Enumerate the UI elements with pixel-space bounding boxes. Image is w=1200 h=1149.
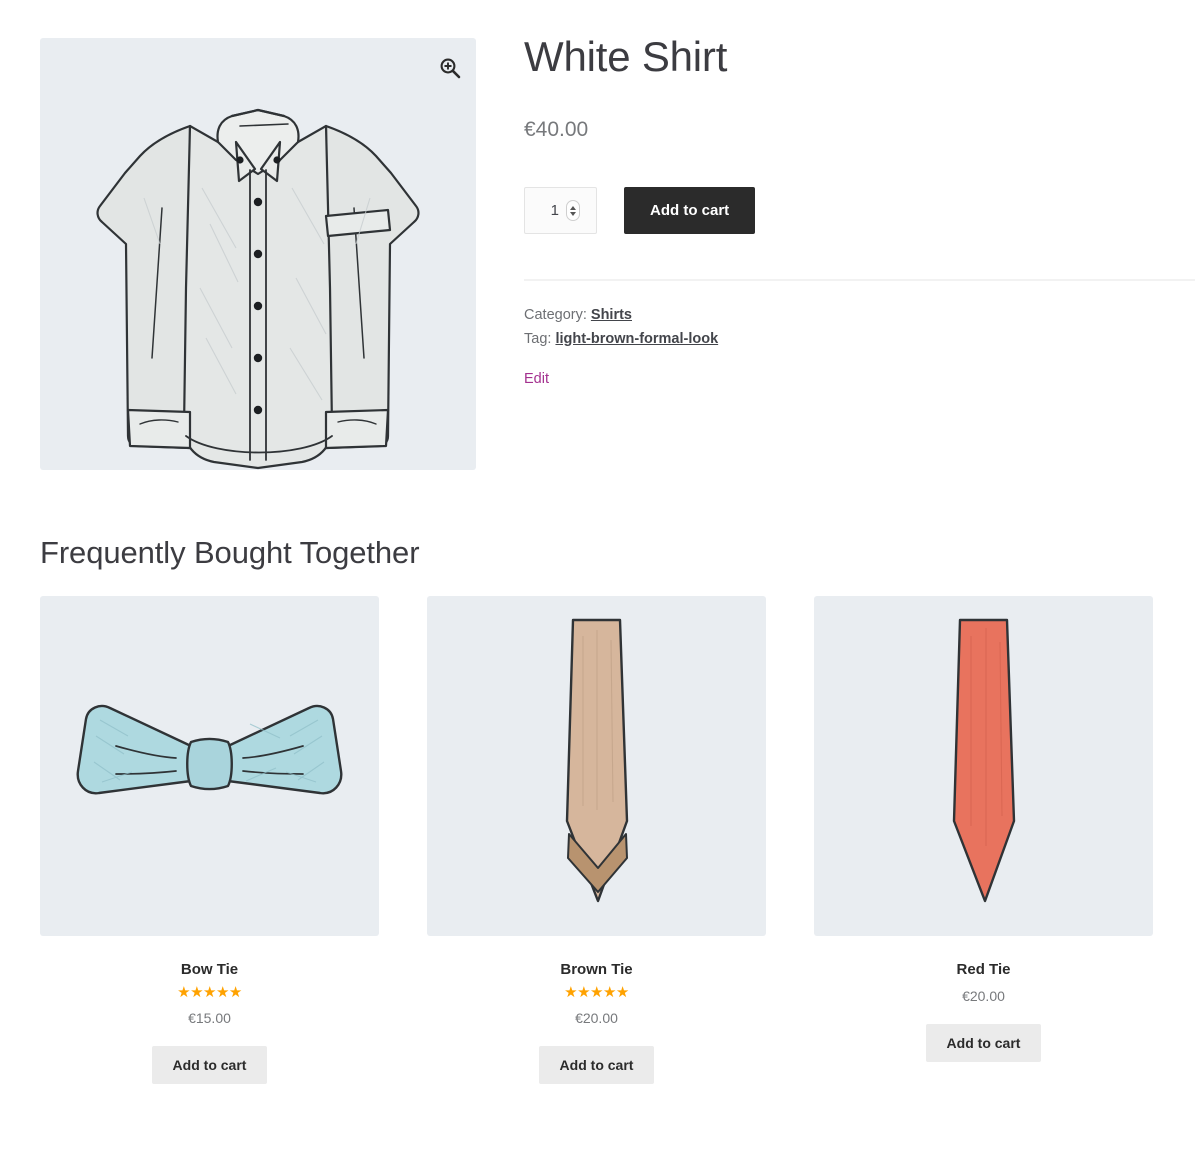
tag-label: Tag:	[524, 330, 552, 347]
product-card: Brown Tie ★★★★★ €20.00 Add to cart	[427, 596, 766, 1085]
product-card-title[interactable]: Red Tie	[957, 961, 1011, 978]
section-heading: Frequently Bought Together	[40, 535, 420, 570]
page-title: White Shirt	[524, 33, 728, 80]
category-link-shirts[interactable]: Shirts	[591, 307, 632, 323]
quantity-stepper[interactable]: 1	[524, 187, 597, 235]
product-price: €40.00	[524, 118, 589, 142]
brown-tie-illustration	[565, 618, 629, 903]
product-card-image-bow-tie[interactable]	[40, 596, 379, 937]
product-image-white-shirt	[96, 108, 420, 470]
product-category-row: Category: Shirts	[524, 304, 1155, 327]
upsell-product-grid: Bow Tie ★★★★★ €15.00 Add to cart Brown T…	[40, 596, 1155, 1085]
product-tag-row: Tag: light-brown-formal-look	[524, 328, 1155, 351]
product-card-price: €15.00	[188, 1010, 231, 1027]
zoom-in-icon[interactable]	[438, 56, 462, 80]
product-summary-section: White Shirt €40.00 1 Add to cart Categor…	[40, 33, 1195, 478]
add-to-cart-button[interactable]: Add to cart	[151, 1046, 268, 1085]
tag-link-light-brown-formal-look[interactable]: light-brown-formal-look	[555, 331, 718, 347]
category-label: Category:	[524, 307, 587, 324]
product-page: White Shirt €40.00 1 Add to cart Categor…	[0, 0, 1200, 1149]
quantity-input[interactable]: 1	[541, 202, 559, 219]
product-meta: Category: Shirts Tag: light-brown-formal…	[524, 304, 1155, 351]
frequently-bought-together-section: Frequently Bought Together Bow Tie ★★★★★…	[40, 534, 1155, 1085]
divider	[524, 279, 1195, 282]
chevron-down-icon[interactable]	[570, 211, 576, 216]
add-to-cart-button[interactable]: Add to cart	[538, 1046, 655, 1085]
edit-product-link[interactable]: Edit	[524, 371, 549, 387]
product-card-price: €20.00	[962, 988, 1005, 1005]
product-card-title[interactable]: Bow Tie	[181, 961, 238, 978]
product-card-image-red-tie[interactable]	[814, 596, 1153, 937]
product-card: Bow Tie ★★★★★ €15.00 Add to cart	[40, 596, 379, 1085]
product-details: White Shirt €40.00 1 Add to cart Categor…	[524, 33, 1195, 388]
add-to-cart-form: 1 Add to cart	[524, 187, 1155, 235]
red-tie-illustration	[952, 618, 1016, 903]
product-gallery[interactable]	[40, 38, 476, 470]
add-to-cart-button[interactable]: Add to cart	[624, 187, 756, 235]
star-rating: ★★★★★	[177, 984, 242, 1002]
star-rating: ★★★★★	[564, 984, 629, 1002]
product-card-image-brown-tie[interactable]	[427, 596, 766, 937]
bow-tie-illustration	[76, 705, 343, 795]
product-card: Red Tie €20.00 Add to cart	[814, 596, 1153, 1084]
product-card-price: €20.00	[575, 1010, 618, 1027]
product-card-title[interactable]: Brown Tie	[560, 961, 632, 978]
add-to-cart-button[interactable]: Add to cart	[925, 1024, 1042, 1063]
quantity-spinner-icon[interactable]	[566, 200, 580, 222]
chevron-up-icon[interactable]	[570, 205, 576, 210]
